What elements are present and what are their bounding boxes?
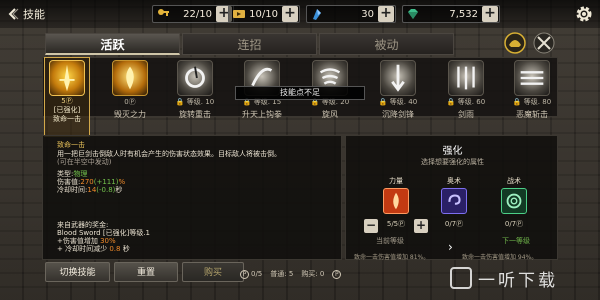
gem-icon (408, 9, 418, 19)
attr-strength: 力量 5/5Ⓟ (376, 176, 416, 229)
top-bar: 技能 22/10 + 10/10 + 30 + 7,532 + (0, 0, 600, 28)
point-icon: P (332, 269, 342, 279)
arcane-count: 0/7Ⓟ (444, 220, 464, 228)
fire-icon[interactable] (383, 188, 409, 214)
skill-name: 恶魔斩击 (516, 110, 548, 119)
lock-icon: 🔒 (446, 98, 456, 106)
attr-tactics: 战术 0/7Ⓟ (494, 176, 534, 229)
skill-tag: [已强化] (53, 106, 81, 114)
skill-slot-demon-slash[interactable]: 🔒 等级. 80 恶魔斩击 (512, 60, 552, 120)
tickets-value: 10/10 (249, 8, 278, 20)
watermark: 一听下载 (450, 262, 595, 294)
fatal-strike-icon (49, 60, 85, 96)
strength-plus-button[interactable]: + (414, 219, 428, 233)
skill-description-panel: 致命一击 用一把巨剑击倒敌人时有机会产生的伤害状态效果。目标敌人将被击倒。 (可… (42, 135, 342, 260)
skill-points: P 0/5 (240, 269, 262, 279)
demon-slash-icon (514, 60, 550, 96)
resource-gems: 7,532 + (402, 5, 500, 23)
skill-slot-fatal-strike[interactable]: 5Ⓟ [已强化] 致命一击 (47, 60, 87, 124)
crossed-swords-icon[interactable] (533, 32, 555, 54)
keys-value: 22/10 (183, 8, 212, 20)
next-effect: 致命一击伤害值增加 94%。 (462, 254, 538, 261)
add-crystals-button[interactable]: + (378, 6, 394, 22)
back-arrow-icon (8, 8, 19, 20)
desc-note: (可在半空中发动) (57, 158, 112, 166)
skill-name: 沉降剑锋 (382, 110, 414, 119)
resource-crystals: 30 + (306, 5, 396, 23)
tab-active[interactable]: 活跃 (45, 33, 180, 55)
current-level-label: 当前等级 (376, 237, 404, 245)
skill-slot-sword-rain[interactable]: 🔒 等级. 60 剑雨 (446, 60, 486, 120)
add-gems-button[interactable]: + (482, 6, 498, 22)
skill-name: 旋转重击 (179, 110, 211, 119)
skill-name: 旋风 (322, 110, 338, 119)
lock-icon: 🔒 (378, 98, 388, 106)
strength-minus-button[interactable]: − (364, 219, 378, 233)
back-label: 技能 (23, 8, 45, 21)
gems-value: 7,532 (449, 8, 478, 20)
skill-level: 🔒 等级. 80 (512, 98, 552, 106)
skill-slot-sinking-blade[interactable]: 🔒 等级. 40 沉降剑锋 (378, 60, 418, 120)
desc-cooldown: 冷却时间:14(-0.8)秒 (57, 186, 123, 194)
skill-points-info: P 0/5 普通: 5 购买: 0 P (240, 267, 400, 281)
skill-name: 剑雨 (458, 110, 474, 119)
skill-level: 🔒 等级. 10 (175, 98, 215, 106)
helmet-icon[interactable] (504, 32, 526, 54)
swirl-icon[interactable] (441, 188, 467, 214)
skill-slot-destruction[interactable]: 0Ⓟ 毁灭之力 (110, 60, 150, 120)
ticket-icon (233, 10, 245, 18)
skill-level: 🔒 等级. 60 (446, 98, 486, 106)
watermark-logo (450, 267, 472, 289)
switch-skill-button[interactable]: 切换技能 (45, 262, 110, 282)
skill-level: 🔒 等级. 40 (378, 98, 418, 106)
skill-name: 致命一击 (53, 115, 81, 123)
resource-tickets: 10/10 + (228, 5, 300, 23)
current-effect: 致命一击伤害值增加 81%。 (354, 254, 430, 261)
back-button[interactable]: 技能 (6, 5, 66, 23)
skill-name: 毁灭之力 (114, 110, 146, 119)
attr-arcane: 奥术 0/7Ⓟ (434, 176, 474, 229)
buy-button[interactable]: 购买 (182, 262, 244, 282)
chevron-right-icon: › (448, 240, 453, 254)
tab-passive[interactable]: 被动 (319, 33, 454, 55)
weapon-bonus-cooldown: + 冷却时间减少 0.8 秒 (57, 245, 130, 253)
tactics-count: 0/7Ⓟ (504, 220, 524, 228)
insufficient-points-toast: 技能点不足 (235, 86, 365, 100)
next-level-label: 下一等级 (502, 237, 530, 245)
lock-icon: 🔒 (175, 98, 185, 106)
point-icon: P (240, 269, 249, 279)
tab-combo[interactable]: 连招 (182, 33, 317, 55)
watermark-text: 一听下载 (478, 270, 558, 291)
skill-slot-spin[interactable]: 🔒 等级. 10 旋转重击 (175, 60, 215, 120)
crystals-value: 30 (361, 8, 374, 20)
skill-tabs: 活跃 连招 被动 (45, 33, 495, 55)
resource-keys: 22/10 + (152, 5, 234, 23)
spiral-icon[interactable] (501, 188, 527, 214)
add-tickets-button[interactable]: + (282, 6, 298, 22)
skill-cost: 5Ⓟ (61, 97, 73, 105)
skill-name: 升天上钩拳 (242, 110, 282, 119)
crystal-icon (313, 9, 321, 20)
normal-points: 普通: 5 (270, 270, 294, 278)
destruction-icon (112, 60, 148, 96)
reset-button[interactable]: 重置 (114, 262, 178, 282)
spin-attack-icon (177, 60, 213, 96)
purchase-points: 购买: 0 (301, 270, 325, 278)
upgrade-subtitle: 选择想要强化的属性 (421, 158, 484, 166)
upgrade-panel: 强化 选择想要强化的属性 力量 5/5Ⓟ − + 奥术 0/7Ⓟ 战术 0/7Ⓟ… (345, 135, 558, 261)
strength-count: 5/5Ⓟ (386, 220, 406, 228)
sinking-blade-icon (380, 60, 416, 96)
key-icon (158, 9, 169, 16)
sword-rain-icon (448, 60, 484, 96)
gear-icon[interactable] (574, 4, 594, 24)
lock-icon: 🔒 (512, 98, 522, 106)
upgrade-title: 强化 (442, 146, 463, 157)
skill-cost: 0Ⓟ (124, 98, 136, 106)
